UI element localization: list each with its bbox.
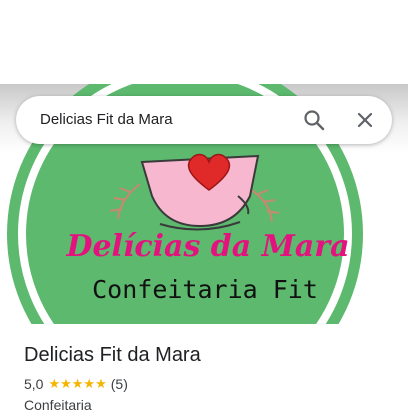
rating-row[interactable]: 5,0 ★★★★★ (5) [24,375,128,393]
search-icon[interactable] [303,109,325,131]
top-blank-area [0,0,408,84]
place-title: Delicias Fit da Mara [24,344,201,366]
search-bar[interactable]: Delicias Fit da Mara [16,96,392,144]
rating-value: 5,0 [24,376,44,392]
rating-stars: ★★★★★ [48,376,107,391]
review-count[interactable]: (5) [111,376,128,392]
logo-script-text: Delícias da Mara [65,229,349,264]
place-category: Confeitaria [24,397,92,413]
logo-subtitle: Confeitaria Fit [92,275,318,304]
search-input[interactable]: Delicias Fit da Mara [40,110,173,130]
close-icon[interactable] [354,109,376,131]
